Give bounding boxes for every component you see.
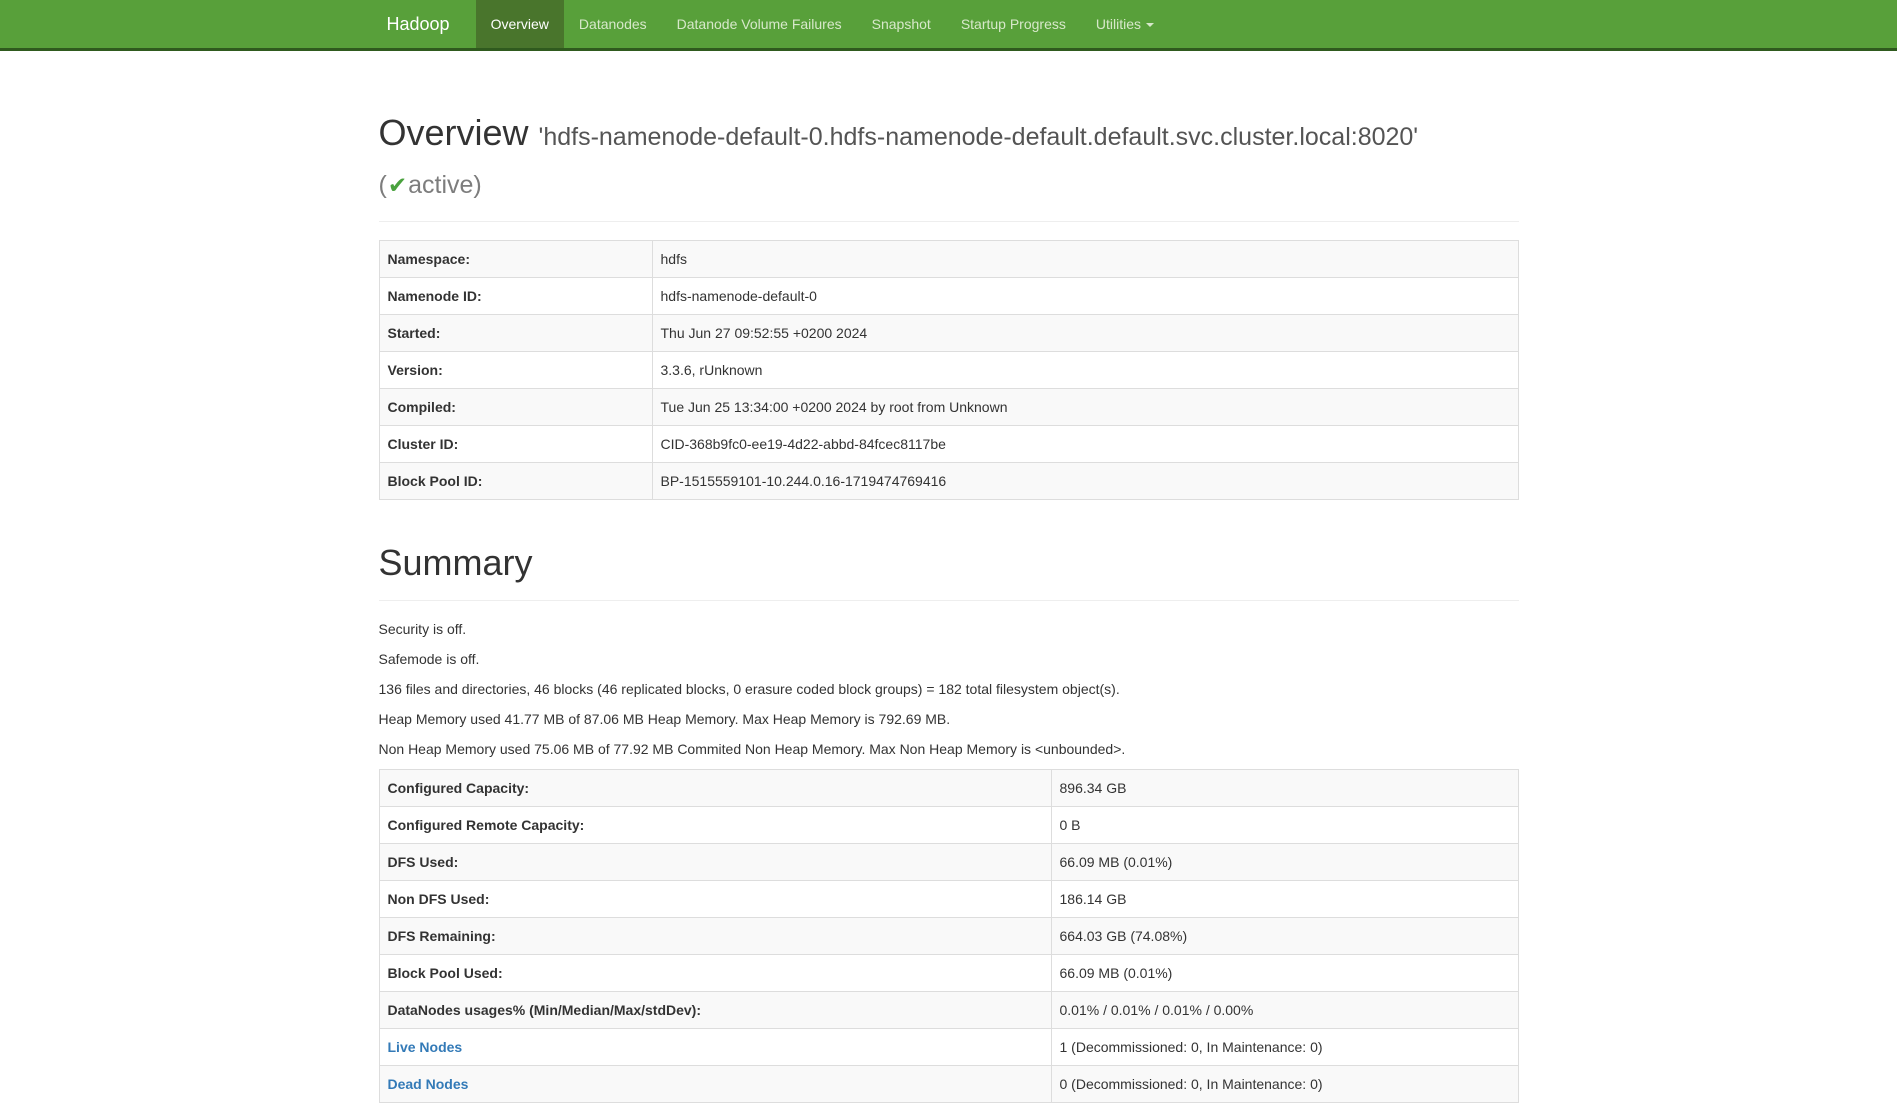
summary-line: Heap Memory used 41.77 MB of 87.06 MB He… <box>379 709 1519 729</box>
row-label-cluster-id: Cluster ID: <box>379 426 652 463</box>
navbar: Hadoop OverviewDatanodesDatanode Volume … <box>0 0 1897 51</box>
row-value-dead-nodes: 0 (Decommissioned: 0, In Maintenance: 0) <box>1051 1066 1518 1103</box>
row-label-configured-remote-capacity: Configured Remote Capacity: <box>379 807 1051 844</box>
live-nodes-link[interactable]: Live Nodes <box>388 1039 463 1055</box>
namenode-host: 'hdfs-namenode-default-0.hdfs-namenode-d… <box>539 123 1419 151</box>
row-label-started: Started: <box>379 315 652 352</box>
nav-item-overview: Overview <box>476 0 564 48</box>
nav-link-startup-progress[interactable]: Startup Progress <box>946 0 1081 48</box>
table-row-configured-remote-capacity: Configured Remote Capacity:0 B <box>379 807 1518 844</box>
table-row-block-pool-id: Block Pool ID:BP-1515559101-10.244.0.16-… <box>379 463 1518 500</box>
row-value-version: 3.3.6, rUnknown <box>652 352 1518 389</box>
row-label-dfs-remaining: DFS Remaining: <box>379 918 1051 955</box>
row-value-dfs-used: 66.09 MB (0.01%) <box>1051 844 1518 881</box>
table-row-datanodes-usages: DataNodes usages% (Min/Median/Max/stdDev… <box>379 992 1518 1029</box>
nav-link-datanode-volume-failures[interactable]: Datanode Volume Failures <box>662 0 857 48</box>
nav-link-datanodes[interactable]: Datanodes <box>564 0 662 48</box>
row-label-namenode-id: Namenode ID: <box>379 278 652 315</box>
row-label-non-dfs-used: Non DFS Used: <box>379 881 1051 918</box>
row-value-datanodes-usages: 0.01% / 0.01% / 0.01% / 0.00% <box>1051 992 1518 1029</box>
row-value-cluster-id: CID-368b9fc0-ee19-4d22-abbd-84fcec8117be <box>652 426 1518 463</box>
nav-item-utilities: Utilities <box>1081 0 1169 48</box>
row-value-dfs-remaining: 664.03 GB (74.08%) <box>1051 918 1518 955</box>
table-row-configured-capacity: Configured Capacity:896.34 GB <box>379 770 1518 807</box>
main-content: Overview 'hdfs-namenode-default-0.hdfs-n… <box>364 51 1534 1103</box>
state-label: active) <box>408 171 482 199</box>
row-label-block-pool-id: Block Pool ID: <box>379 463 652 500</box>
summary-line: Security is off. <box>379 619 1519 639</box>
summary-line: 136 files and directories, 46 blocks (46… <box>379 679 1519 699</box>
row-value-configured-capacity: 896.34 GB <box>1051 770 1518 807</box>
table-row-live-nodes: Live Nodes 1 (Decommissioned: 0, In Maint… <box>379 1029 1518 1066</box>
table-row-namespace: Namespace:hdfs <box>379 241 1518 278</box>
page-title: Overview 'hdfs-namenode-default-0.hdfs-n… <box>379 111 1519 207</box>
row-value-configured-remote-capacity: 0 B <box>1051 807 1518 844</box>
row-label-namespace: Namespace: <box>379 241 652 278</box>
caret-down-icon <box>1146 23 1154 27</box>
row-label-block-pool-used: Block Pool Used: <box>379 955 1051 992</box>
nav-item-snapshot: Snapshot <box>857 0 946 48</box>
brand-hadoop[interactable]: Hadoop <box>379 0 458 48</box>
nav-link-overview[interactable]: Overview <box>476 0 564 48</box>
page-title-text: Overview <box>379 112 529 153</box>
namenode-info-table: Namespace:hdfsNamenode ID:hdfs-namenode-… <box>379 240 1519 500</box>
table-row-cluster-id: Cluster ID:CID-368b9fc0-ee19-4d22-abbd-8… <box>379 426 1518 463</box>
row-label-dfs-used: DFS Used: <box>379 844 1051 881</box>
row-value-namespace: hdfs <box>652 241 1518 278</box>
title-divider <box>379 221 1519 222</box>
nav-item-startup-progress: Startup Progress <box>946 0 1081 48</box>
row-label-datanodes-usages: DataNodes usages% (Min/Median/Max/stdDev… <box>379 992 1051 1029</box>
row-value-namenode-id: hdfs-namenode-default-0 <box>652 278 1518 315</box>
row-value-started: Thu Jun 27 09:52:55 +0200 2024 <box>652 315 1518 352</box>
table-row-started: Started:Thu Jun 27 09:52:55 +0200 2024 <box>379 315 1518 352</box>
row-label-configured-capacity: Configured Capacity: <box>379 770 1051 807</box>
summary-divider <box>379 600 1519 601</box>
table-row-dead-nodes: Dead Nodes 0 (Decommissioned: 0, In Maint… <box>379 1066 1518 1103</box>
table-row-compiled: Compiled:Tue Jun 25 13:34:00 +0200 2024 … <box>379 389 1518 426</box>
table-row-dfs-used: DFS Used:66.09 MB (0.01%) <box>379 844 1518 881</box>
row-label-dead-nodes: Dead Nodes <box>379 1066 1051 1103</box>
nav-item-datanodes: Datanodes <box>564 0 662 48</box>
row-label-compiled: Compiled: <box>379 389 652 426</box>
row-value-live-nodes: 1 (Decommissioned: 0, In Maintenance: 0) <box>1051 1029 1518 1066</box>
row-value-non-dfs-used: 186.14 GB <box>1051 881 1518 918</box>
summary-line: Non Heap Memory used 75.06 MB of 77.92 M… <box>379 739 1519 759</box>
summary-line: Safemode is off. <box>379 649 1519 669</box>
navbar-container: Hadoop OverviewDatanodesDatanode Volume … <box>364 0 1534 48</box>
dead-nodes-link[interactable]: Dead Nodes <box>388 1076 469 1092</box>
table-row-dfs-remaining: DFS Remaining:664.03 GB (74.08%) <box>379 918 1518 955</box>
table-row-non-dfs-used: Non DFS Used:186.14 GB <box>379 881 1518 918</box>
navbar-menu: OverviewDatanodesDatanode Volume Failure… <box>476 0 1169 48</box>
summary-text: Security is off. Safemode is off. 136 file… <box>379 619 1519 759</box>
check-icon: ✔ <box>387 172 408 198</box>
state-open-paren: ( <box>379 171 387 199</box>
row-value-block-pool-used: 66.09 MB (0.01%) <box>1051 955 1518 992</box>
row-label-live-nodes: Live Nodes <box>379 1029 1051 1066</box>
namenode-state: (✔active) <box>379 163 482 207</box>
nav-link-utilities[interactable]: Utilities <box>1081 0 1169 48</box>
summary-heading: Summary <box>379 543 1519 583</box>
table-row-namenode-id: Namenode ID:hdfs-namenode-default-0 <box>379 278 1518 315</box>
nav-item-datanode-volume-failures: Datanode Volume Failures <box>662 0 857 48</box>
nav-link-snapshot[interactable]: Snapshot <box>857 0 946 48</box>
row-value-compiled: Tue Jun 25 13:34:00 +0200 2024 by root f… <box>652 389 1518 426</box>
table-row-version: Version:3.3.6, rUnknown <box>379 352 1518 389</box>
table-row-block-pool-used: Block Pool Used:66.09 MB (0.01%) <box>379 955 1518 992</box>
row-label-version: Version: <box>379 352 652 389</box>
row-value-block-pool-id: BP-1515559101-10.244.0.16-1719474769416 <box>652 463 1518 500</box>
summary-table: Configured Capacity:896.34 GBConfigured … <box>379 769 1519 1103</box>
